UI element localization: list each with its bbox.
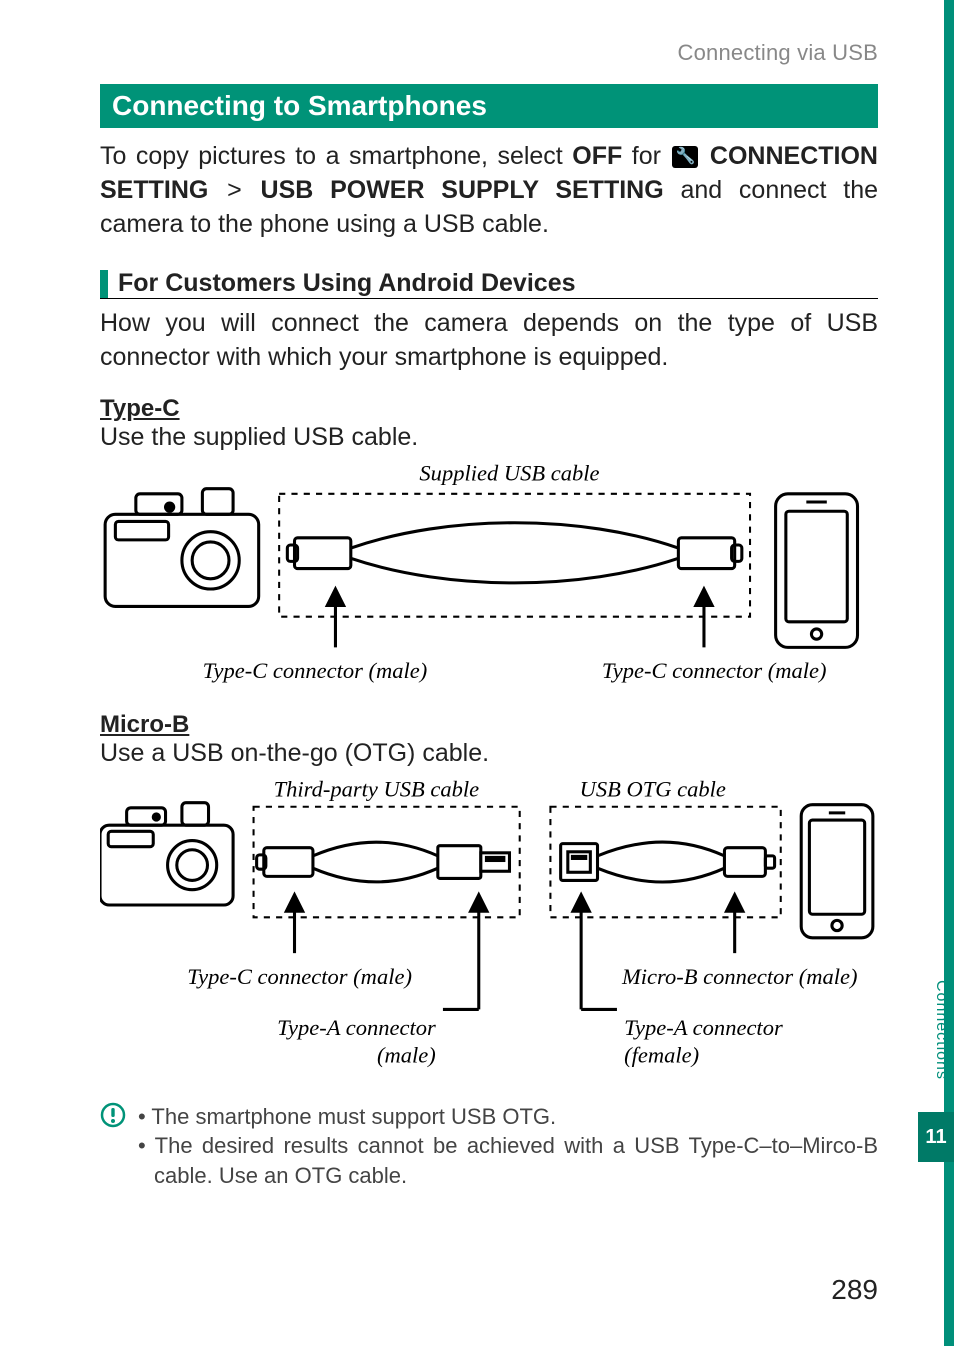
wrench-icon: 🔧 — [672, 146, 698, 168]
micro-b-body: Use a USB on-the-go (OTG) cable. — [100, 739, 878, 768]
arrow-icon — [327, 589, 712, 647]
type-c-right-connector-label: Type-C connector (male) — [602, 658, 827, 683]
smartphone-icon — [801, 805, 873, 938]
note-item-1: The smartphone must support USB OTG. — [138, 1102, 878, 1132]
intro-off: OFF — [572, 142, 622, 170]
type-a-female-label-line1: Type-A connector — [624, 1015, 783, 1040]
type-a-female-label-line2: (female) — [624, 1043, 699, 1068]
caution-icon — [100, 1102, 126, 1191]
intro-paragraph: To copy pictures to a smartphone, select… — [100, 140, 878, 241]
type-c-title: Type-C — [100, 395, 878, 423]
usb-cable-icon — [287, 522, 741, 582]
type-a-male-label-line1: Type-A connector — [277, 1015, 436, 1040]
micro-b-left-connector-label: Type-C connector (male) — [187, 964, 412, 989]
smartphone-icon — [776, 494, 858, 648]
usb-cable1-icon — [257, 842, 510, 882]
note-item-2: The desired results cannot be achieved w… — [138, 1131, 878, 1190]
heading-accent-bar — [100, 270, 108, 298]
camera-icon — [105, 488, 259, 606]
intro-for: for — [622, 142, 670, 170]
type-c-cable-label: Supplied USB cable — [419, 460, 599, 485]
type-a-male-label-line2: (male) — [377, 1043, 436, 1068]
otg-cable-label: USB OTG cable — [580, 777, 726, 802]
gt-symbol: > — [225, 176, 244, 204]
usb-cable2-icon — [561, 842, 775, 882]
arrowhead-icon — [726, 895, 742, 911]
running-head: Connecting via USB — [100, 40, 878, 66]
intro-menu2: USB POWER SUPPLY SETTING — [261, 176, 664, 204]
micro-b-title: Micro-B — [100, 711, 878, 739]
page-number: 289 — [831, 1274, 878, 1306]
android-subheading: For Customers Using Android Devices — [100, 269, 878, 299]
android-heading-text: For Customers Using Android Devices — [118, 269, 576, 297]
type-c-left-connector-label: Type-C connector (male) — [203, 658, 428, 683]
section-heading: Connecting to Smartphones — [100, 84, 878, 128]
arrowhead-icon — [573, 895, 589, 911]
micro-b-right-connector-label: Micro-B connector (male) — [621, 964, 858, 989]
intro-prefix: To copy pictures to a smartphone, select — [100, 142, 572, 170]
type-c-body: Use the supplied USB cable. — [100, 423, 878, 452]
camera-icon — [100, 803, 233, 905]
arrowhead-icon — [471, 895, 487, 911]
arrowhead-icon — [286, 895, 302, 911]
manual-page: Connecting via USB Connecting to Smartph… — [0, 0, 954, 1346]
caution-notes: The smartphone must support USB OTG. The… — [100, 1102, 878, 1191]
micro-b-diagram: Third-party USB cable USB OTG cable — [100, 774, 878, 1091]
third-party-cable-label: Third-party USB cable — [274, 777, 480, 802]
android-paragraph: How you will connect the camera depends … — [100, 307, 878, 375]
type-c-diagram: Supplied USB cable — [100, 458, 878, 693]
